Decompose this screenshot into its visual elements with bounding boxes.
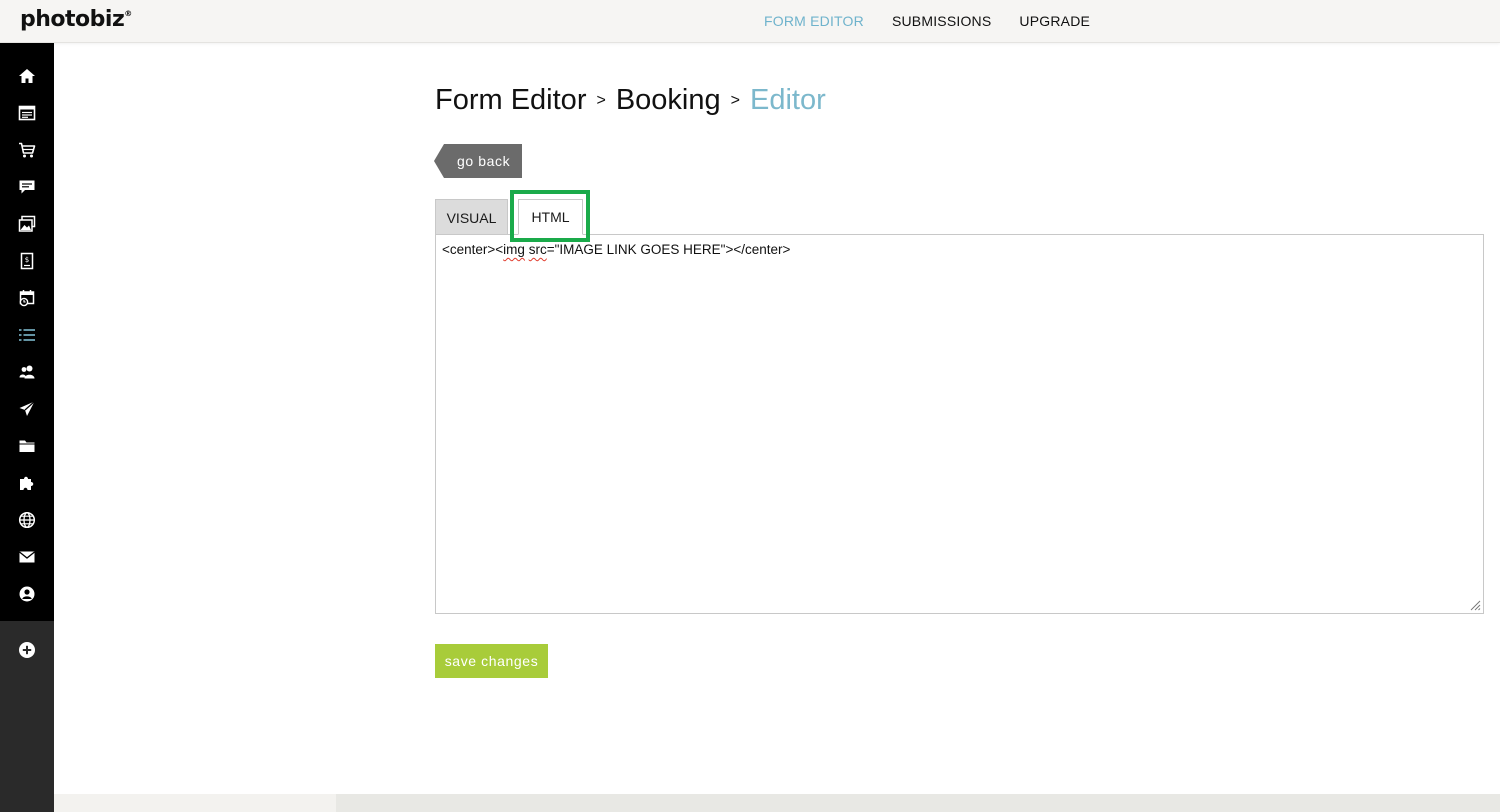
sidebar-item-contacts[interactable] (0, 359, 54, 385)
code-segment: <center>< (442, 242, 504, 257)
tab-html[interactable]: HTML (518, 199, 583, 235)
breadcrumb-separator: > (730, 92, 740, 109)
top-nav: FORM EDITOR SUBMISSIONS UPGRADE (764, 13, 1090, 29)
go-back-button[interactable]: go back (434, 144, 522, 178)
sidebar-item-galleries[interactable] (0, 211, 54, 237)
sidebar: $ (0, 43, 54, 812)
sidebar-item-domains[interactable] (0, 507, 54, 533)
code-spellcheck-word: img (503, 242, 525, 257)
breadcrumb-booking[interactable]: Booking (616, 84, 721, 117)
footer-strip-right (336, 794, 1500, 812)
svg-text:$: $ (25, 256, 29, 264)
invoice-icon: $ (20, 252, 34, 270)
sidebar-item-invoices[interactable]: $ (0, 248, 54, 274)
sidebar-item-forms[interactable] (0, 322, 54, 348)
puzzle-icon (20, 476, 34, 490)
home-icon (19, 69, 35, 83)
folder-icon (19, 440, 35, 452)
sidebar-item-bookings[interactable] (0, 285, 54, 311)
sidebar-item-apps[interactable] (0, 470, 54, 496)
mail-icon (19, 551, 35, 563)
add-icon (19, 642, 35, 658)
sidebar-item-email[interactable] (0, 544, 54, 570)
sidebar-add-button[interactable] (0, 637, 54, 663)
breadcrumb-separator: > (596, 92, 606, 109)
chat-icon (19, 180, 35, 194)
forms-list-icon (19, 329, 35, 341)
send-icon (19, 401, 35, 416)
footer-strip-left (54, 794, 336, 812)
sidebar-item-messages[interactable] (0, 174, 54, 200)
cart-icon (19, 142, 36, 158)
save-changes-button[interactable]: save changes (435, 644, 548, 678)
resize-handle-icon[interactable] (1469, 599, 1481, 611)
breadcrumb-form-editor[interactable]: Form Editor (435, 84, 586, 117)
html-code-content: <center><img src="IMAGE LINK GOES HERE">… (442, 242, 790, 257)
gallery-icon (18, 215, 36, 232)
website-icon (18, 105, 36, 121)
contacts-icon (19, 365, 35, 379)
nav-form-editor[interactable]: FORM EDITOR (764, 13, 864, 29)
sidebar-item-campaigns[interactable] (0, 396, 54, 422)
sidebar-item-home[interactable] (0, 63, 54, 89)
breadcrumb-current: Editor (749, 84, 826, 116)
nav-upgrade[interactable]: UPGRADE (1019, 13, 1090, 29)
calendar-icon (19, 290, 35, 307)
sidebar-item-files[interactable] (0, 433, 54, 459)
sidebar-item-website[interactable] (0, 100, 54, 126)
breadcrumb: Form Editor > Booking > Editor (435, 84, 826, 117)
photobiz-logo[interactable]: photobiz® (20, 7, 132, 32)
account-icon (19, 586, 35, 602)
code-spellcheck-word: src (528, 242, 547, 257)
sidebar-item-store[interactable] (0, 137, 54, 163)
logo-text: photobiz (20, 7, 125, 32)
globe-icon (18, 511, 36, 529)
sidebar-item-account[interactable] (0, 581, 54, 607)
code-segment: ="IMAGE LINK GOES HERE"></center> (546, 242, 791, 257)
html-editor-textarea[interactable]: <center><img src="IMAGE LINK GOES HERE">… (435, 234, 1484, 614)
tab-visual[interactable]: VISUAL (435, 199, 508, 235)
top-bar: photobiz® FORM EDITOR SUBMISSIONS UPGRAD… (0, 0, 1500, 43)
logo-registered-mark: ® (124, 9, 132, 18)
nav-submissions[interactable]: SUBMISSIONS (892, 13, 991, 29)
